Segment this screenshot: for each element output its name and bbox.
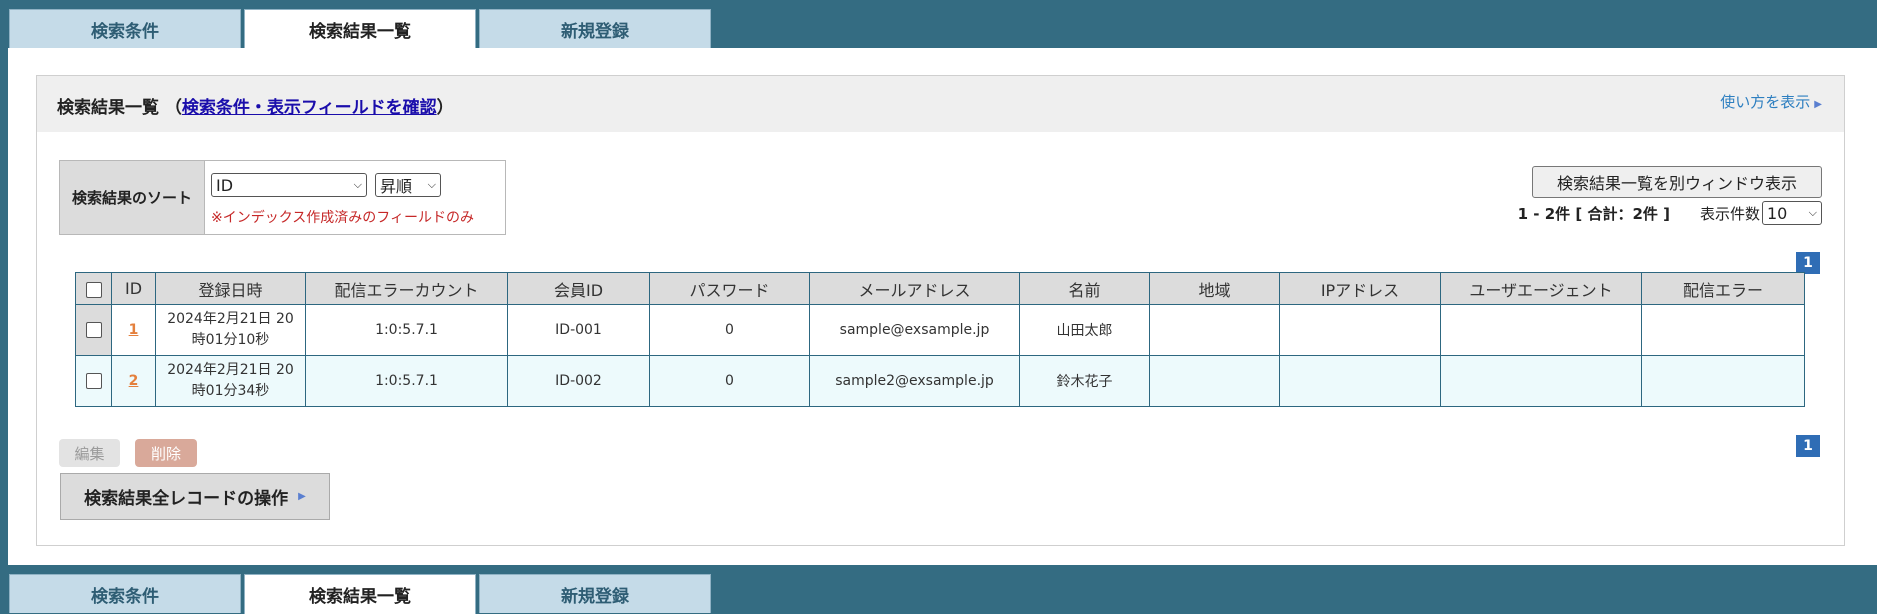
all-records-operations-label: 検索結果全レコードの操作 (84, 489, 289, 509)
cell-error-count: 1:0:5.7.1 (305, 304, 508, 356)
tab-search-conditions-bottom[interactable]: 検索条件 (9, 574, 241, 613)
sort-field-select[interactable]: ID ⌵ (211, 173, 367, 197)
col-header-region[interactable]: 地域 (1149, 272, 1280, 305)
sort-order-select[interactable]: 昇順 ⌵ (375, 173, 441, 197)
chevron-down-icon: ⌵ (427, 178, 436, 191)
date-line-1: 2024年2月21日 20 (167, 311, 294, 327)
sort-order-value: 昇順 (380, 177, 413, 196)
per-page-value: 10 (1767, 203, 1788, 223)
row-checkbox[interactable] (85, 322, 102, 338)
cell-user-agent (1440, 304, 1642, 356)
show-usage-label: 使い方を表示 (1720, 93, 1811, 111)
cell-region (1149, 355, 1280, 407)
select-all-cell (75, 272, 112, 305)
cell-registered-at: 2024年2月21日 20 時01分34秒 (155, 355, 306, 407)
per-page-select[interactable]: 10 ⌵ (1762, 201, 1822, 225)
row-checkbox[interactable] (85, 373, 102, 389)
per-page-label: 表示件数 (1699, 204, 1760, 223)
table-row: 2 2024年2月21日 20 時01分34秒 1:0:5.7.1 ID-002 … (75, 355, 1805, 407)
date-line-2: 時01分10秒 (191, 332, 270, 348)
cell-member-id: ID-001 (507, 304, 650, 356)
confirm-conditions-link[interactable]: 検索条件・表示フィールドを確認 (182, 98, 437, 118)
col-header-error-count[interactable]: 配信エラーカウント (305, 272, 508, 305)
tab-new-registration-bottom[interactable]: 新規登録 (479, 574, 711, 613)
show-usage-link[interactable]: 使い方を表示 ▶ (1720, 91, 1822, 112)
result-count-line: 1 - 2件 [ 合計：2件 ] 表示件数 10 ⌵ (1518, 200, 1822, 226)
sort-note: ※インデックス作成済みのフィールドのみ (211, 210, 475, 226)
panel-header: 検索結果一覧 （検索条件・表示フィールドを確認） 使い方を表示 ▶ (37, 76, 1844, 132)
cell-delivery-error (1641, 355, 1805, 407)
tab-new-registration[interactable]: 新規登録 (479, 9, 711, 48)
cell-name: 鈴木花子 (1019, 355, 1150, 407)
col-header-member-id[interactable]: 会員ID (507, 272, 650, 305)
col-header-user-agent[interactable]: ユーザエージェント (1440, 272, 1642, 305)
tab-search-conditions[interactable]: 検索条件 (9, 9, 241, 48)
sort-box: 検索結果のソート ID ⌵ 昇順 ⌵ ※インデックス作成済みのフィールドのみ (59, 160, 506, 235)
cell-password: 0 (649, 304, 810, 356)
cell-error-count: 1:0:5.7.1 (305, 355, 508, 407)
chevron-down-icon: ⌵ (353, 178, 362, 191)
col-header-name[interactable]: 名前 (1019, 272, 1150, 305)
cell-email: sample@exsample.jp (809, 304, 1020, 356)
sort-field-value: ID (216, 175, 234, 195)
bottom-tab-bar: 検索条件 検索結果一覧 新規登録 (8, 565, 1877, 614)
record-id-link[interactable]: 2 (129, 373, 139, 389)
cell-password: 0 (649, 355, 810, 407)
cell-id: 2 (111, 355, 156, 407)
app-frame: 検索条件 検索結果一覧 新規登録 検索結果一覧 （検索条件・表示フィールドを確認… (8, 0, 1877, 614)
col-header-registered-at[interactable]: 登録日時 (155, 272, 306, 305)
cell-region (1149, 304, 1280, 356)
chevron-down-icon: ⌵ (1808, 206, 1817, 219)
results-table: ID 登録日時 配信エラーカウント 会員ID パスワード メールアドレス 名前 … (75, 272, 1805, 407)
cell-ip (1279, 355, 1441, 407)
cell-email: sample2@exsample.jp (809, 355, 1020, 407)
triangle-right-icon: ▶ (1814, 99, 1822, 110)
cell-delivery-error (1641, 304, 1805, 356)
pager-page-1-top[interactable]: 1 (1796, 252, 1820, 274)
table-row: 1 2024年2月21日 20 時01分10秒 1:0:5.7.1 ID-001 … (75, 304, 1805, 356)
title-prefix: 検索結果一覧 （ (57, 98, 182, 118)
col-header-email[interactable]: メールアドレス (809, 272, 1020, 305)
all-records-operations-button[interactable]: 検索結果全レコードの操作 ▶ (60, 473, 330, 520)
edit-button[interactable]: 編集 (59, 439, 120, 467)
cell-name: 山田太郎 (1019, 304, 1150, 356)
cell-id: 1 (111, 304, 156, 356)
tab-search-results[interactable]: 検索結果一覧 (244, 9, 476, 49)
record-id-link[interactable]: 1 (129, 322, 139, 338)
date-line-2: 時01分34秒 (191, 383, 270, 399)
cell-registered-at: 2024年2月21日 20 時01分10秒 (155, 304, 306, 356)
delete-button[interactable]: 削除 (135, 439, 197, 467)
results-panel: 検索結果一覧 （検索条件・表示フィールドを確認） 使い方を表示 ▶ 検索結果のソー… (36, 75, 1845, 546)
cell-member-id: ID-002 (507, 355, 650, 407)
col-header-ip[interactable]: IPアドレス (1279, 272, 1441, 305)
page-title: 検索結果一覧 （検索条件・表示フィールドを確認） (57, 93, 454, 118)
result-count: 1 - 2件 [ 合計：2件 ] (1517, 204, 1670, 223)
select-all-checkbox[interactable] (85, 281, 102, 298)
triangle-right-icon: ▶ (298, 491, 306, 502)
col-header-password[interactable]: パスワード (649, 272, 810, 305)
sort-label: 検索結果のソート (60, 161, 205, 234)
sort-controls: ID ⌵ 昇順 ⌵ ※インデックス作成済みのフィールドのみ (205, 161, 505, 234)
table-header-row: ID 登録日時 配信エラーカウント 会員ID パスワード メールアドレス 名前 … (75, 272, 1805, 305)
pager-page-1-bottom[interactable]: 1 (1796, 435, 1820, 457)
main-content: 検索結果一覧 （検索条件・表示フィールドを確認） 使い方を表示 ▶ 検索結果のソー… (8, 48, 1877, 565)
top-tab-bar: 検索条件 検索結果一覧 新規登録 (8, 0, 1877, 49)
col-header-delivery-error[interactable]: 配信エラー (1641, 272, 1805, 305)
cell-user-agent (1440, 355, 1642, 407)
open-in-window-button[interactable]: 検索結果一覧を別ウィンドウ表示 (1532, 166, 1822, 198)
row-select-cell (75, 304, 112, 356)
tab-search-results-bottom[interactable]: 検索結果一覧 (244, 574, 476, 614)
date-line-1: 2024年2月21日 20 (167, 362, 294, 378)
cell-ip (1279, 304, 1441, 356)
row-select-cell (75, 355, 112, 407)
title-suffix: ） (436, 98, 454, 118)
col-header-id[interactable]: ID (111, 272, 156, 305)
